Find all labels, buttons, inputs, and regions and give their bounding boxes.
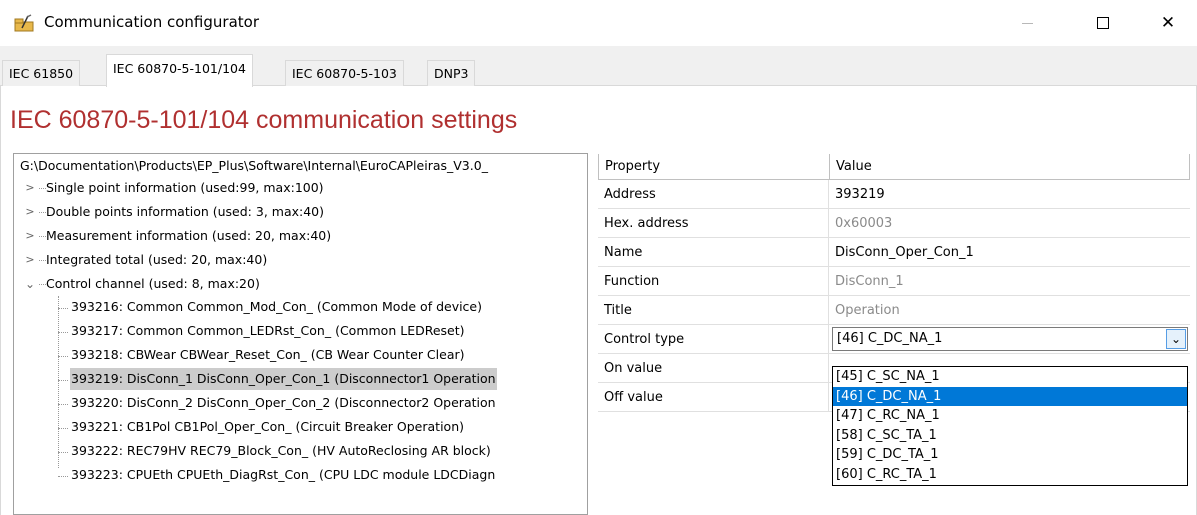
- chevron-right-icon[interactable]: >: [24, 248, 36, 272]
- dropdown-button[interactable]: ⌄: [1166, 329, 1186, 349]
- app-icon: [14, 14, 34, 32]
- window-title: Communication configurator: [44, 13, 259, 31]
- title-bar: Communication configurator ✕: [0, 0, 1197, 46]
- minimize-button[interactable]: [1004, 0, 1050, 46]
- close-icon: ✕: [1160, 13, 1176, 33]
- property-row-address[interactable]: Address 393219: [598, 180, 1190, 209]
- minimize-icon: [1021, 22, 1033, 24]
- dropdown-option[interactable]: [47] C_RC_NA_1: [833, 406, 1187, 426]
- tree-item-selected[interactable]: 393219: DisConn_1 DisConn_Oper_Con_1 (Di…: [14, 368, 587, 392]
- property-row-title[interactable]: Title Operation: [598, 296, 1190, 325]
- chevron-right-icon[interactable]: >: [24, 224, 36, 248]
- property-row-name[interactable]: Name DisConn_Oper_Con_1: [598, 238, 1190, 267]
- chevron-right-icon[interactable]: >: [24, 176, 36, 200]
- maximize-icon: [1097, 17, 1109, 29]
- dropdown-option-selected[interactable]: [46] C_DC_NA_1: [833, 386, 1187, 406]
- column-header-property[interactable]: Property: [598, 154, 830, 180]
- page-title: IEC 60870-5-101/104 communication settin…: [10, 106, 518, 134]
- tree-root-path: G:\Documentation\Products\EP_Plus\Softwa…: [20, 158, 488, 173]
- maximize-button[interactable]: [1080, 0, 1126, 46]
- tab-iec-61850[interactable]: IEC 61850: [2, 60, 81, 86]
- property-row-control-type[interactable]: Control type [46] C_DC_NA_1 ⌄: [598, 325, 1190, 354]
- protocol-tabs: IEC 61850 IEC 60870-5-101/104 IEC 60870-…: [0, 54, 1197, 87]
- tab-iec-60870-5-103[interactable]: IEC 60870-5-103: [285, 60, 404, 86]
- control-type-value[interactable]: [46] C_DC_NA_1: [837, 328, 942, 350]
- chevron-down-icon[interactable]: ⌄: [24, 272, 36, 296]
- control-type-dropdown-list[interactable]: [45] C_SC_NA_1 [46] C_DC_NA_1 [47] C_RC_…: [832, 366, 1188, 486]
- tab-iec-60870-5-101-104[interactable]: IEC 60870-5-101/104: [106, 54, 253, 87]
- column-header-value[interactable]: Value: [829, 154, 1190, 180]
- property-row-hex-address[interactable]: Hex. address 0x60003: [598, 209, 1190, 238]
- dropdown-option[interactable]: [45] C_SC_NA_1: [833, 367, 1187, 387]
- chevron-right-icon[interactable]: >: [24, 200, 36, 224]
- grid-header: Property Value: [598, 154, 1190, 180]
- control-type-combobox[interactable]: [46] C_DC_NA_1 ⌄: [832, 327, 1188, 351]
- dropdown-option[interactable]: [58] C_SC_TA_1: [833, 426, 1187, 446]
- property-row-function[interactable]: Function DisConn_1: [598, 267, 1190, 296]
- close-button[interactable]: ✕: [1145, 0, 1191, 46]
- dropdown-option[interactable]: [59] C_DC_TA_1: [833, 445, 1187, 465]
- tab-dnp3[interactable]: DNP3: [427, 60, 476, 86]
- chevron-down-icon: ⌄: [1170, 332, 1182, 346]
- dropdown-option[interactable]: [60] C_RC_TA_1: [833, 465, 1187, 485]
- signal-tree[interactable]: G:\Documentation\Products\EP_Plus\Softwa…: [13, 153, 588, 515]
